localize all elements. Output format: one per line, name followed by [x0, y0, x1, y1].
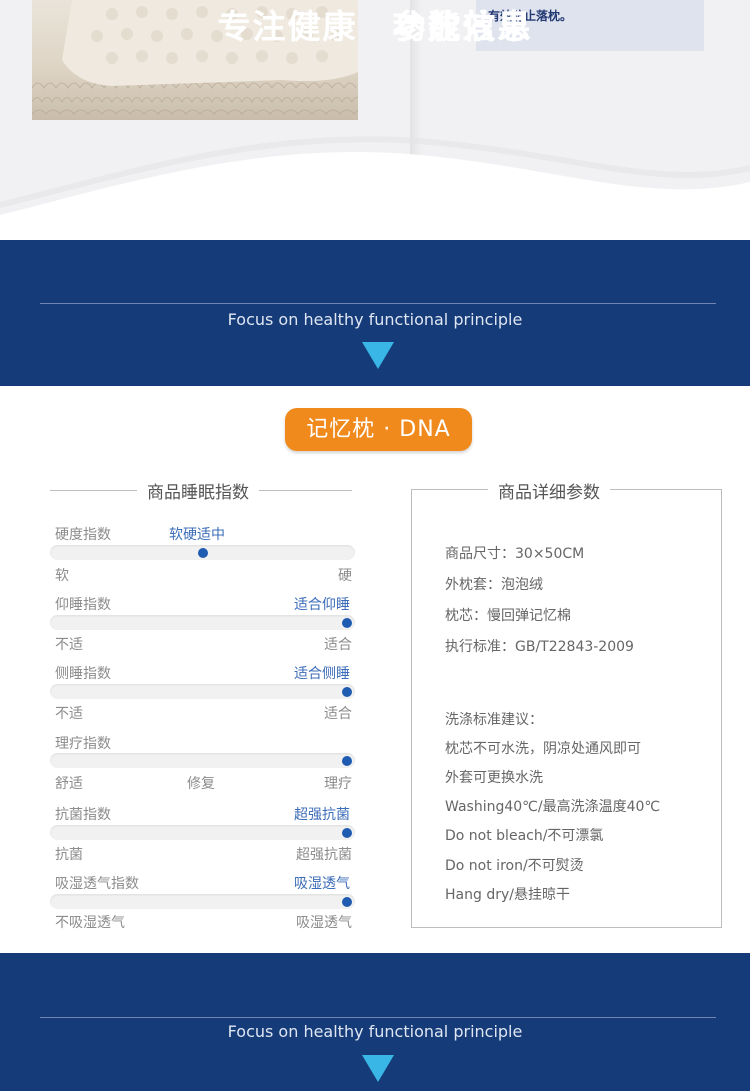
- detail-wash-line: Washing40℃/最高洗涤温度40℃: [445, 799, 661, 815]
- index-level-dot: [342, 828, 352, 838]
- scale-low: 不适: [55, 637, 83, 653]
- index-track: [50, 825, 355, 840]
- detail-standard: 执行标准：GB/T22843-2009: [445, 639, 634, 655]
- down-triangle-icon: [362, 1055, 394, 1082]
- detail-wash-line: Do not bleach/不可漂氯: [445, 828, 604, 844]
- index-level-dot: [342, 756, 352, 766]
- index-track: [50, 615, 355, 630]
- detail-wash-line: Hang dry/悬挂晾干: [445, 887, 570, 903]
- detail-cover: 外枕套：泡泡绒: [445, 577, 543, 593]
- index-value: 超强抗菌: [294, 807, 350, 823]
- index-label: 理疗指数: [55, 736, 111, 752]
- index-level-dot: [197, 548, 208, 558]
- detail-core: 枕芯：慢回弹记忆棉: [445, 608, 571, 624]
- index-value: 软硬适中: [169, 527, 225, 543]
- index-value: 吸湿透气: [294, 876, 350, 892]
- scale-high: 适合: [324, 706, 352, 722]
- section-subtitle: Focus on healthy functional principle: [227, 1022, 523, 1041]
- section-divider: [40, 1017, 716, 1018]
- section-subtitle: Focus on healthy functional principle: [227, 310, 523, 329]
- detail-params-heading: 商品详细参数: [488, 478, 610, 503]
- scale-low: 抗菌: [55, 847, 83, 863]
- index-track: [50, 753, 355, 768]
- section-title: 专注健康 功能效果: [217, 7, 533, 46]
- detail-wash-line: 枕芯不可水洗，阴凉处通风即可: [445, 741, 641, 757]
- detail-wash-line: 外套可更换水洗: [445, 770, 543, 786]
- detail-size: 商品尺寸：30×50CM: [445, 546, 585, 562]
- sleep-index-heading: 商品睡眠指数: [137, 478, 259, 503]
- scale-high: 适合: [324, 637, 352, 653]
- scale-high: 硬: [338, 568, 352, 584]
- index-track: [50, 545, 355, 560]
- scale-high: 理疗: [324, 776, 352, 792]
- detail-wash-line: Do not iron/不可熨烫: [445, 858, 584, 874]
- index-label: 吸湿透气指数: [55, 876, 139, 892]
- scale-low: 舒适: [55, 776, 83, 792]
- down-triangle-icon: [362, 342, 394, 369]
- scale-low: 不吸湿透气: [55, 915, 125, 931]
- index-label: 侧睡指数: [55, 666, 111, 682]
- index-level-dot: [342, 897, 352, 907]
- index-label: 硬度指数: [55, 527, 111, 543]
- index-value: 适合侧睡: [294, 666, 350, 682]
- index-track: [50, 894, 355, 909]
- index-value: 适合仰睡: [294, 597, 350, 613]
- index-track: [50, 684, 355, 699]
- product-badge: 记忆枕 · DNA: [285, 408, 472, 451]
- section-divider: [40, 303, 716, 304]
- index-label: 仰睡指数: [55, 597, 111, 613]
- scale-high: 吸湿透气: [296, 915, 352, 931]
- index-level-dot: [342, 618, 352, 628]
- scale-low: 软: [55, 568, 69, 584]
- index-label: 抗菌指数: [55, 807, 111, 823]
- scale-high: 超强抗菌: [296, 847, 352, 863]
- detail-wash-heading: 洗涤标准建议：: [445, 712, 543, 728]
- scale-low: 不适: [55, 706, 83, 722]
- scale-mid: 修复: [187, 776, 215, 792]
- index-level-dot: [342, 687, 352, 697]
